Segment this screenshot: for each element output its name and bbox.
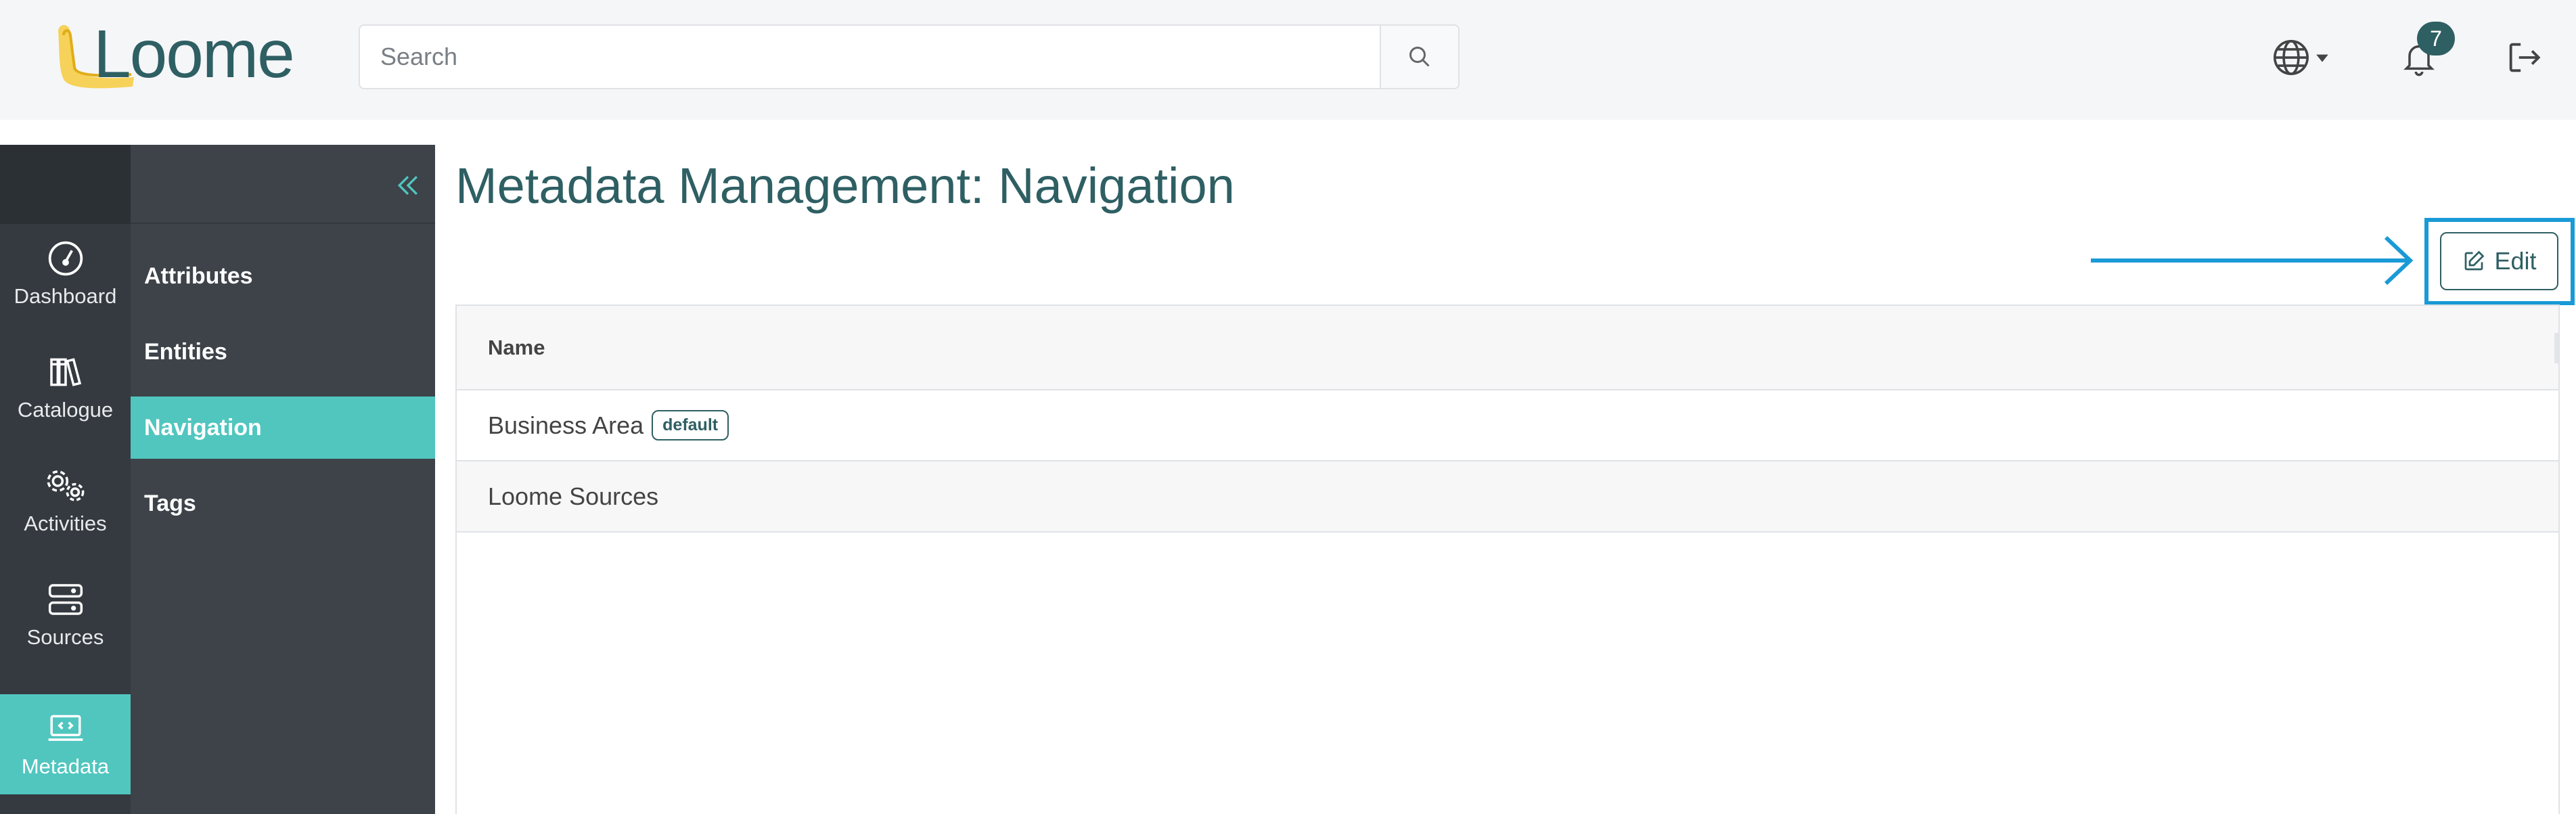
icon-rail: Dashboard Catalogue Activities Sources M… (0, 145, 131, 814)
search-bar (359, 24, 1460, 89)
navigation-table: Name Business Area default Loome Sources (455, 304, 2560, 814)
collapse-sidebar-button[interactable] (393, 171, 423, 200)
server-icon (48, 584, 83, 615)
default-badge: default (652, 410, 729, 440)
dashboard-icon (48, 241, 83, 276)
search-input[interactable] (360, 26, 1380, 88)
gears-icon (47, 470, 84, 501)
globe-icon (2274, 40, 2309, 75)
edit-button[interactable]: Edit (2440, 232, 2558, 290)
notification-count-badge: 7 (2417, 22, 2455, 55)
rail-item-catalogue[interactable]: Catalogue (0, 338, 131, 438)
logout-icon (2509, 43, 2541, 72)
double-chevron-left-icon (397, 175, 418, 196)
rail-item-label: Sources (26, 625, 104, 649)
submenu-item-navigation[interactable]: Navigation (131, 397, 435, 459)
page-title: Metadata Management: Navigation (455, 158, 1235, 214)
table-header: Name (457, 306, 2558, 390)
top-header: Loome 7 (0, 0, 2576, 120)
table-row[interactable]: Loome Sources (457, 461, 2558, 533)
submenu-header (131, 145, 435, 224)
submenu-item-label: Tags (144, 490, 196, 516)
loome-logo[interactable]: Loome (53, 16, 337, 93)
rail-item-label: Metadata (21, 754, 110, 778)
edit-icon (2465, 250, 2485, 271)
rail-item-sources[interactable]: Sources (0, 565, 131, 665)
books-icon (49, 358, 81, 386)
rail-item-label: Dashboard (14, 284, 117, 308)
metadata-submenu: Attributes Entities Navigation Tags (131, 145, 435, 814)
column-header-name[interactable]: Name (488, 336, 545, 360)
column-resizer[interactable] (2554, 333, 2558, 363)
submenu-item-label: Entities (144, 338, 227, 365)
rail-item-activities[interactable]: Activities (0, 451, 131, 551)
row-name: Loome Sources (488, 482, 659, 510)
submenu-item-label: Navigation (144, 414, 262, 440)
annotation-arrow (2091, 235, 2414, 286)
rail-item-dashboard[interactable]: Dashboard (0, 224, 131, 324)
logo-text: Loome (93, 19, 294, 92)
row-name: Business Area (488, 411, 644, 439)
search-icon (1409, 47, 1430, 67)
caret-down-icon (2316, 54, 2328, 62)
submenu-item-tags[interactable]: Tags (131, 472, 435, 535)
laptop-code-icon (48, 715, 83, 741)
edit-button-label: Edit (2494, 247, 2537, 275)
rail-item-label: Catalogue (17, 398, 114, 422)
rail-item-label: Activities (24, 512, 107, 535)
table-row[interactable]: Business Area default (457, 390, 2558, 461)
submenu-item-entities[interactable]: Entities (131, 321, 435, 383)
submenu-item-label: Attributes (144, 263, 253, 289)
rail-item-metadata[interactable]: Metadata (0, 694, 131, 794)
search-button[interactable] (1380, 26, 1458, 88)
submenu-item-attributes[interactable]: Attributes (131, 245, 435, 307)
logout-button[interactable] (2500, 34, 2548, 81)
rail-top (0, 145, 131, 224)
language-dropdown[interactable] (2263, 34, 2338, 81)
